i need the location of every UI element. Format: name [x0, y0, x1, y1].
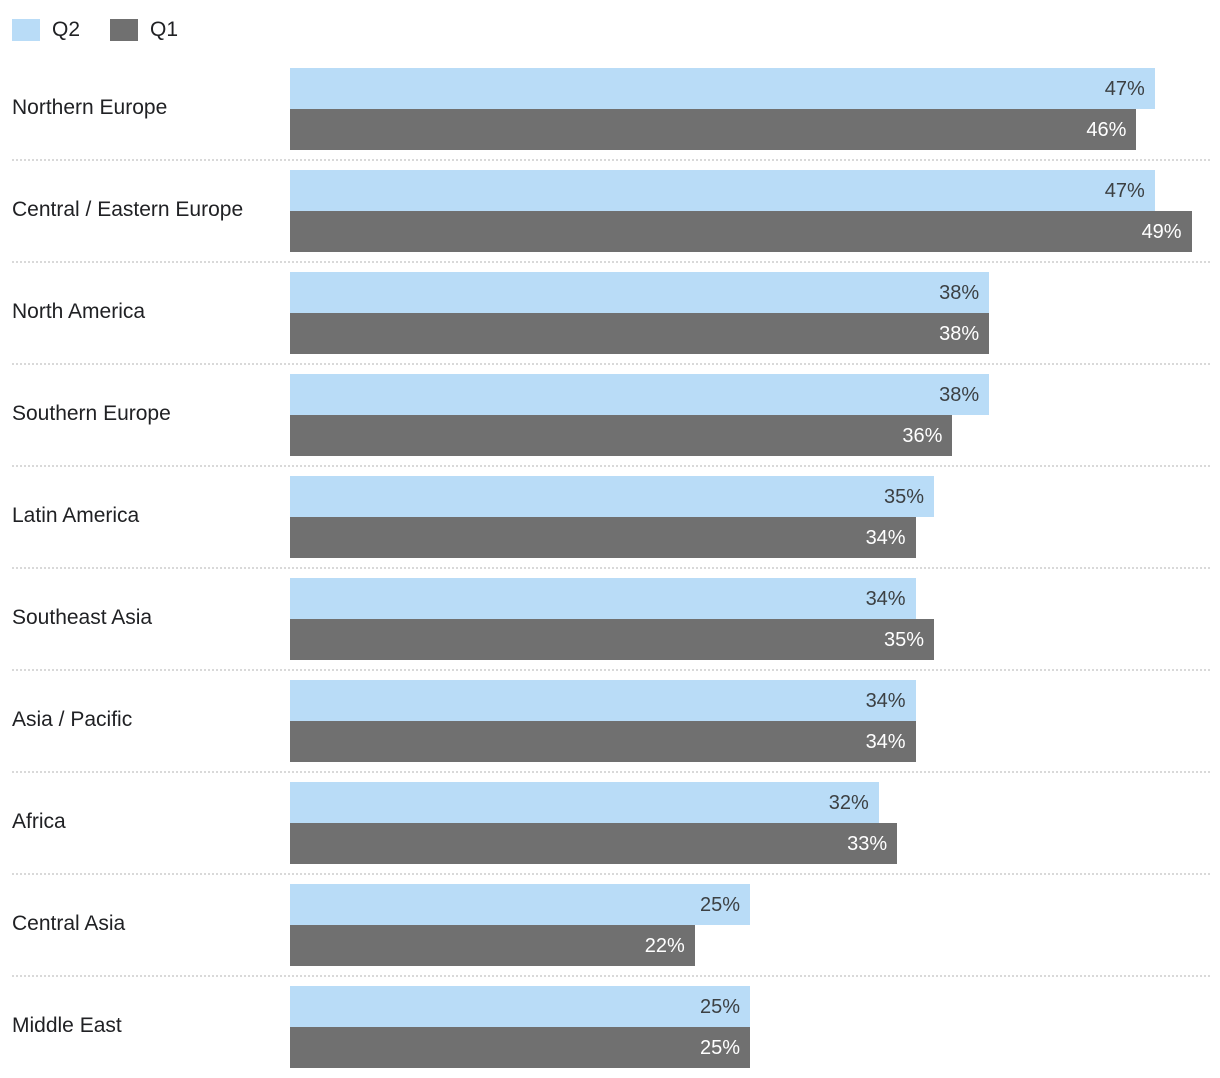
bar-value-label: 34% [865, 587, 906, 610]
chart-row: Africa 32% 33% [0, 771, 1220, 873]
category-label: Southeast Asia [12, 606, 153, 629]
bar-value-label: 47% [1104, 77, 1145, 100]
bar-q2[interactable]: 25% [290, 884, 750, 925]
category-label: Southern Europe [12, 402, 171, 425]
bar-group: 35% 34% [290, 476, 1210, 558]
category-label: Middle East [12, 1014, 122, 1037]
bar-group: 25% 25% [290, 986, 1210, 1068]
bar-value-label: 34% [865, 526, 906, 549]
bar-q2[interactable]: 35% [290, 476, 934, 517]
chart-row: Northern Europe 47% 46% [0, 57, 1220, 159]
bar-value-label: 34% [865, 689, 906, 712]
bar-q1[interactable]: 38% [290, 313, 990, 354]
bar-value-label: 25% [699, 893, 740, 916]
bar-value-label: 38% [939, 281, 980, 304]
bar-q2[interactable]: 38% [290, 374, 990, 415]
legend-label-q1: Q1 [150, 18, 179, 41]
category-label: Central / Eastern Europe [12, 198, 244, 221]
bar-group: 34% 35% [290, 578, 1210, 660]
bar-value-label: 25% [699, 1036, 740, 1059]
bar-value-label: 38% [939, 383, 980, 406]
chart-row: Southern Europe 38% 36% [0, 363, 1220, 465]
legend-swatch-q1 [110, 19, 139, 41]
bar-q2[interactable]: 47% [290, 170, 1155, 211]
chart-row: Central / Eastern Europe 47% 49% [0, 159, 1220, 261]
bar-value-label: 34% [865, 730, 906, 753]
chart-legend: Q2 Q1 [12, 18, 178, 42]
bar-q1[interactable]: 25% [290, 1027, 750, 1068]
bar-q1[interactable]: 22% [290, 925, 695, 966]
bar-group: 47% 46% [290, 68, 1210, 150]
bar-q2[interactable]: 32% [290, 782, 879, 823]
bar-group: 38% 36% [290, 374, 1210, 456]
grouped-bar-chart: Q2 Q1 Northern Europe 47% 46% Central / East… [0, 0, 1220, 1078]
bar-group: 25% 22% [290, 884, 1210, 966]
bar-value-label: 25% [699, 995, 740, 1018]
bar-q1[interactable]: 33% [290, 823, 898, 864]
bar-group: 34% 34% [290, 680, 1210, 762]
bar-group: 32% 33% [290, 782, 1210, 864]
bar-value-label: 35% [883, 628, 924, 651]
chart-plot-area: Northern Europe 47% 46% Central / Eastern E… [0, 57, 1220, 1077]
legend-item-q2[interactable]: Q2 [12, 19, 80, 41]
bar-value-label: 36% [902, 424, 943, 447]
chart-row: Middle East 25% 25% [0, 975, 1220, 1077]
category-label: Asia / Pacific [12, 708, 133, 731]
bar-value-label: 38% [939, 322, 980, 345]
legend-item-q1[interactable]: Q1 [110, 19, 178, 41]
bar-q1[interactable]: 34% [290, 721, 916, 762]
legend-label-q2: Q2 [52, 18, 81, 41]
bar-q2[interactable]: 47% [290, 68, 1155, 109]
bar-q1[interactable]: 34% [290, 517, 916, 558]
category-label: Latin America [12, 504, 140, 527]
chart-row: Southeast Asia 34% 35% [0, 567, 1220, 669]
bar-value-label: 32% [828, 791, 869, 814]
category-label: Northern Europe [12, 96, 168, 119]
bar-q1[interactable]: 49% [290, 211, 1192, 252]
bar-q1[interactable]: 46% [290, 109, 1137, 150]
chart-row: Asia / Pacific 34% 34% [0, 669, 1220, 771]
bar-q1[interactable]: 36% [290, 415, 953, 456]
bar-group: 47% 49% [290, 170, 1210, 252]
bar-value-label: 46% [1086, 118, 1127, 141]
bar-q2[interactable]: 38% [290, 272, 990, 313]
chart-row: North America 38% 38% [0, 261, 1220, 363]
bar-value-label: 22% [644, 934, 685, 957]
chart-row: Central Asia 25% 22% [0, 873, 1220, 975]
bar-value-label: 49% [1141, 220, 1182, 243]
bar-q1[interactable]: 35% [290, 619, 934, 660]
bar-q2[interactable]: 25% [290, 986, 750, 1027]
category-label: Africa [12, 810, 66, 833]
bar-group: 38% 38% [290, 272, 1210, 354]
bar-value-label: 35% [883, 485, 924, 508]
category-label: North America [12, 300, 146, 323]
bar-q2[interactable]: 34% [290, 578, 916, 619]
bar-value-label: 47% [1104, 179, 1145, 202]
bar-value-label: 33% [847, 832, 888, 855]
legend-swatch-q2 [12, 19, 40, 41]
category-label: Central Asia [12, 912, 126, 935]
chart-row: Latin America 35% 34% [0, 465, 1220, 567]
bar-q2[interactable]: 34% [290, 680, 916, 721]
